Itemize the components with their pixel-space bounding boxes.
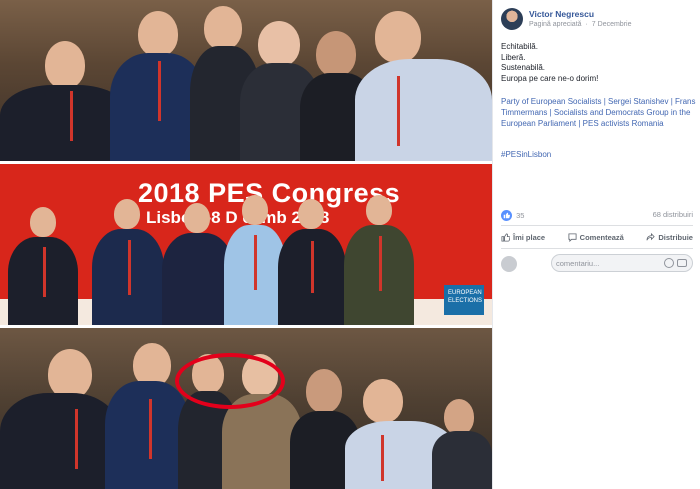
thumbs-up-icon	[501, 232, 510, 242]
person	[92, 199, 164, 325]
person	[224, 195, 286, 325]
photo-collage[interactable]: 2018 PES Congress Lisbo 1-8 D cemb 2018	[0, 0, 492, 489]
post-line: Echitabilă.	[501, 42, 538, 51]
post-meta: Pagină apreciată · 7 Decembrie	[529, 21, 631, 28]
share-count[interactable]: 68 distribuiri	[653, 210, 693, 219]
hashtag-link[interactable]: #PESinLisbon	[501, 150, 551, 159]
person	[0, 349, 120, 489]
european-elections-logo: EUROPEAN ELECTIONS	[444, 285, 484, 315]
like-reaction-icon	[501, 210, 512, 221]
post-date[interactable]: 7 Decembrie	[592, 21, 632, 28]
tagged-pages[interactable]: Party of European Socialists | Sergei St…	[501, 96, 697, 129]
viewer-avatar	[501, 256, 517, 272]
share-label: Distribuie	[658, 232, 693, 242]
person	[344, 195, 414, 325]
comment-composer	[501, 254, 693, 274]
comment-button[interactable]: Comentează	[568, 230, 624, 244]
share-button[interactable]: Distribuie	[646, 230, 693, 244]
separator-dot: ·	[585, 21, 588, 28]
camera-icon[interactable]	[677, 259, 687, 267]
like-button[interactable]: Îmi place	[501, 230, 545, 244]
photo-group-highlight[interactable]	[0, 328, 492, 489]
reactions-bar: 35 68 distribuiri	[501, 210, 693, 222]
share-icon	[646, 232, 656, 240]
page-label: Pagină apreciată	[529, 21, 582, 28]
person	[8, 207, 78, 325]
comment-input[interactable]	[552, 255, 652, 271]
author-name[interactable]: Victor Negrescu	[529, 9, 594, 19]
person	[355, 11, 492, 161]
action-bar: Îmi place Comentează Distribuie	[501, 230, 693, 244]
divider	[501, 225, 693, 226]
photo-group-selfie[interactable]	[0, 0, 492, 161]
post-text: Echitabilă. Liberă. Sustenabilă. Europa …	[501, 42, 697, 84]
author-avatar[interactable]	[501, 8, 523, 30]
comment-icon	[568, 232, 577, 242]
reaction-count[interactable]: 35	[516, 211, 524, 220]
person	[432, 399, 492, 489]
post-panel: Victor Negrescu Pagină apreciată · 7 Dec…	[492, 0, 700, 489]
comment-label: Comentează	[579, 232, 624, 242]
post-line: Europa pe care ne-o dorim!	[501, 73, 599, 83]
like-label: Îmi place	[513, 232, 546, 242]
person	[278, 199, 346, 325]
highlight-circle	[175, 353, 285, 409]
photo-pes-congress[interactable]: 2018 PES Congress Lisbo 1-8 D cemb 2018	[0, 164, 492, 325]
post-line: Sustenabilă.	[501, 63, 546, 72]
divider	[501, 248, 693, 249]
comment-box[interactable]	[551, 254, 693, 272]
post-line: Liberă.	[501, 52, 526, 62]
emoji-icon[interactable]	[664, 258, 674, 268]
